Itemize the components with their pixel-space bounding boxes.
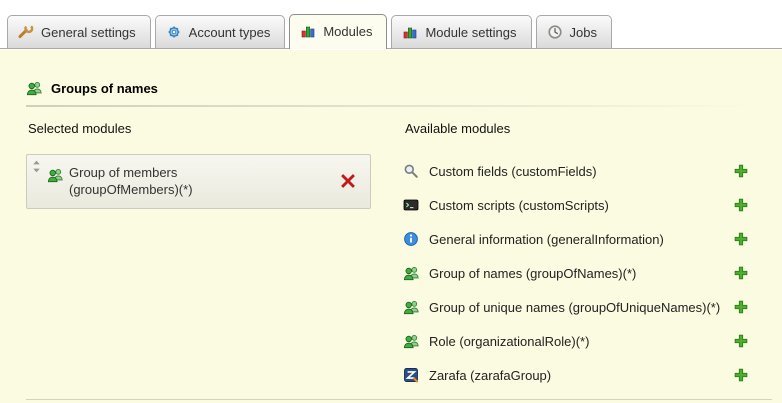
available-module-row: Custom fields (customFields) [403, 154, 756, 188]
group-icon [47, 167, 64, 184]
group-icon [403, 299, 420, 316]
available-module-row: Custom scripts (customScripts) [403, 188, 756, 222]
group-icon [403, 333, 420, 350]
remove-module-button[interactable] [340, 173, 356, 189]
modules-tab-content: Groups of names Selected modules [0, 50, 782, 403]
add-module-button[interactable] [734, 164, 748, 178]
available-module-row: General information (generalInformation) [403, 222, 756, 256]
available-module-row: Role (organizationalRole)(*) [403, 324, 756, 358]
tab-bar: General settings Account types [0, 0, 782, 49]
wrench-icon [18, 24, 34, 40]
available-module-row: Group of unique names (groupOfUniqueName… [403, 290, 756, 324]
tab-module-settings[interactable]: Module settings [391, 15, 531, 48]
tab-label: Module settings [425, 25, 516, 40]
add-module-button[interactable] [734, 266, 748, 280]
available-module-label: General information (generalInformation) [429, 232, 664, 247]
available-module-row: Zarafa (zarafaGroup) [403, 358, 756, 392]
selected-module-item[interactable]: Group of members (groupOfMembers)(*) [26, 154, 371, 209]
green-plus-icon [734, 300, 748, 314]
modules-icon [300, 23, 316, 39]
add-module-button[interactable] [734, 334, 748, 348]
available-module-label: Group of names (groupOfNames)(*) [429, 266, 636, 281]
tab-jobs[interactable]: Jobs [536, 15, 612, 48]
tab-label: General settings [41, 25, 136, 40]
green-plus-icon [734, 232, 748, 246]
tab-label: Account types [189, 25, 271, 40]
zarafa-icon [403, 367, 420, 384]
green-plus-icon [734, 334, 748, 348]
tab-general-settings[interactable]: General settings [7, 15, 151, 48]
available-module-label: Group of unique names (groupOfUniqueName… [429, 300, 720, 315]
tab-account-types[interactable]: Account types [155, 15, 286, 48]
magnifier-icon [403, 163, 420, 180]
info-icon [403, 231, 420, 248]
green-plus-icon [734, 198, 748, 212]
heading-divider [26, 105, 756, 107]
tab-modules[interactable]: Modules [289, 14, 387, 49]
selected-modules-column: Selected modules [26, 121, 403, 392]
available-module-row: Group of names (groupOfNames)(*) [403, 256, 756, 290]
green-plus-icon [734, 164, 748, 178]
available-module-label: Custom fields (customFields) [429, 164, 597, 179]
tab-label: Jobs [570, 25, 597, 40]
add-module-button[interactable] [734, 368, 748, 382]
available-module-label: Custom scripts (customScripts) [429, 198, 609, 213]
section-title: Groups of names [51, 81, 158, 96]
drag-handle-icon[interactable] [32, 160, 41, 173]
section-heading: Groups of names [26, 80, 756, 97]
module-columns: Selected modules [26, 121, 756, 392]
selected-modules-heading: Selected modules [28, 121, 403, 136]
green-plus-icon [734, 266, 748, 280]
terminal-icon [403, 197, 420, 214]
group-icon [403, 265, 420, 282]
add-module-button[interactable] [734, 198, 748, 212]
selected-module-label: Group of members (groupOfMembers)(*) [69, 165, 269, 199]
available-modules-column: Available modules Custom fields (customF… [403, 121, 756, 392]
group-icon [26, 80, 43, 97]
lam-configuration-screen: General settings Account types [0, 0, 782, 403]
tab-label: Modules [323, 24, 372, 39]
clock-icon [547, 24, 563, 40]
gear-icon [166, 24, 182, 40]
available-module-label: Zarafa (zarafaGroup) [429, 368, 551, 383]
available-module-label: Role (organizationalRole)(*) [429, 334, 589, 349]
add-module-button[interactable] [734, 300, 748, 314]
green-plus-icon [734, 368, 748, 382]
available-modules-heading: Available modules [405, 121, 756, 136]
red-cross-icon [340, 173, 356, 189]
add-module-button[interactable] [734, 232, 748, 246]
section-bottom-divider [26, 399, 772, 400]
modules-icon [402, 24, 418, 40]
